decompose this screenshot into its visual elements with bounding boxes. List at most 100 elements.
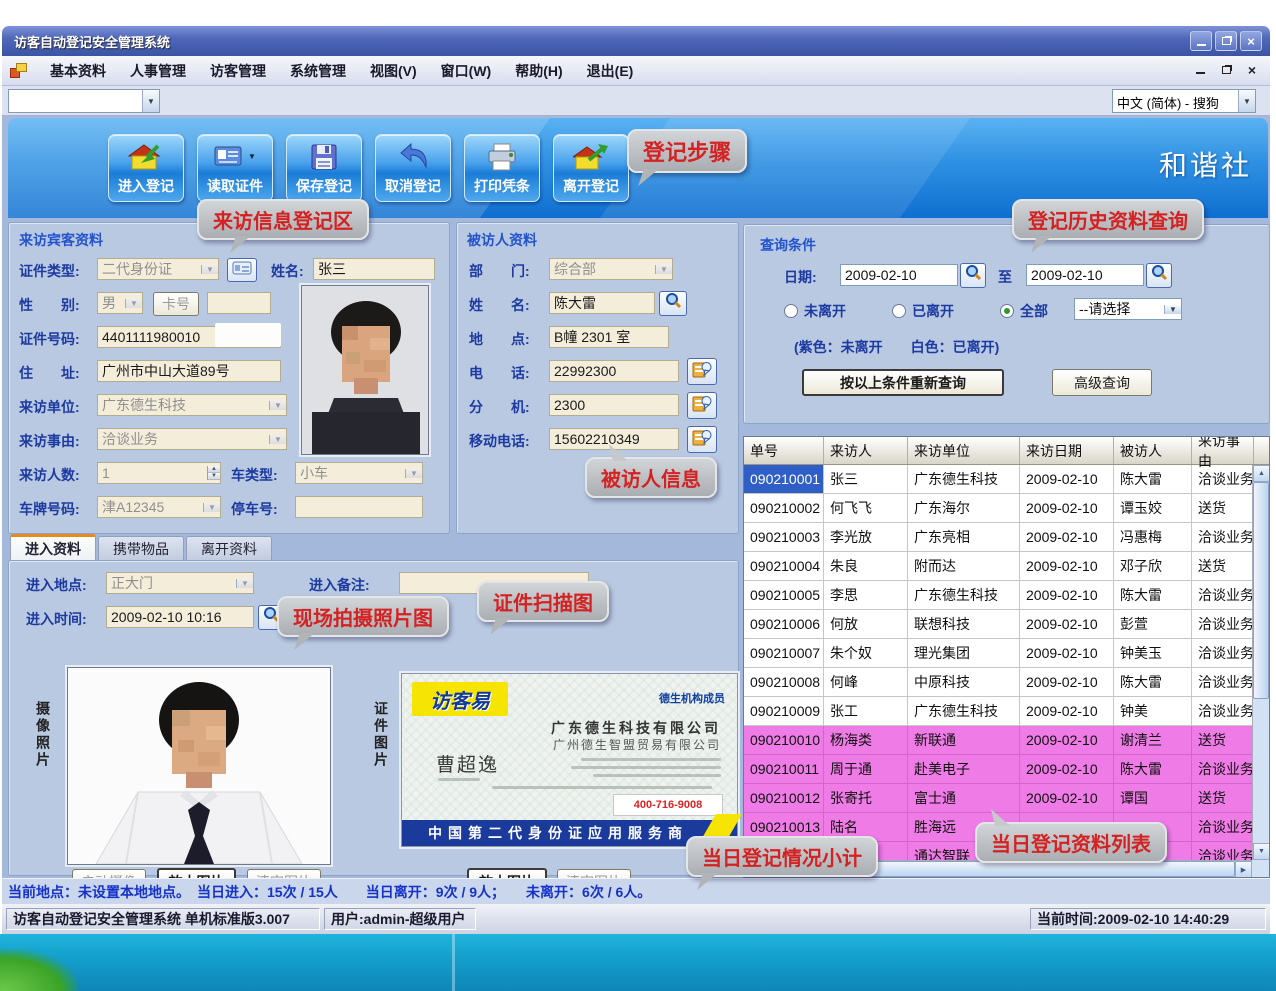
- table-row[interactable]: 090210002何飞飞广东海尔2009-02-10谭玉姣送货: [744, 494, 1269, 523]
- entry-time-input[interactable]: 2009-02-10 10:16: [106, 606, 254, 628]
- table-cell[interactable]: 090210012: [744, 784, 824, 812]
- entry-place-combo[interactable]: 正大门 ▼: [106, 572, 254, 594]
- stepper-arrows-icon[interactable]: ▲▼: [207, 466, 220, 480]
- scroll-up-icon[interactable]: ▲: [1253, 465, 1270, 482]
- table-cell[interactable]: 2009-02-10: [1020, 523, 1114, 551]
- table-cell[interactable]: 090210005: [744, 581, 824, 609]
- table-cell[interactable]: 2009-02-10: [1020, 494, 1114, 522]
- plate-number-combo[interactable]: 津A12345 ▼: [97, 496, 221, 518]
- table-cell[interactable]: 谭玉姣: [1114, 494, 1192, 522]
- table-row[interactable]: 090210006何放联想科技2009-02-10彭萱洽谈业务: [744, 610, 1269, 639]
- parking-number-input[interactable]: [295, 496, 423, 518]
- table-cell[interactable]: 何放: [824, 610, 908, 638]
- table-cell[interactable]: 090210006: [744, 610, 824, 638]
- table-cell[interactable]: 090210007: [744, 639, 824, 667]
- table-cell[interactable]: 朱良: [824, 552, 908, 580]
- radio-not-left[interactable]: 未离开: [784, 301, 846, 321]
- table-cell[interactable]: 090210001: [744, 465, 824, 493]
- table-cell[interactable]: 洽谈业务: [1192, 465, 1254, 493]
- table-cell[interactable]: 富士通: [908, 784, 1020, 812]
- table-cell[interactable]: 钟美玉: [1114, 639, 1192, 667]
- visited-place-input[interactable]: B幢 2301 室: [549, 326, 669, 348]
- column-header[interactable]: 来访人: [824, 437, 908, 464]
- column-header[interactable]: 单号: [744, 437, 824, 464]
- chevron-down-icon[interactable]: ▼: [201, 265, 218, 274]
- mdi-close-button[interactable]: ×: [1244, 62, 1260, 77]
- table-cell[interactable]: 2009-02-10: [1020, 465, 1114, 493]
- table-cell[interactable]: 2009-02-10: [1020, 668, 1114, 696]
- menu-view[interactable]: 视图(V): [358, 57, 429, 85]
- table-cell[interactable]: 送货: [1192, 784, 1254, 812]
- visit-unit-combo[interactable]: 广东德生科技 ▼: [97, 394, 287, 416]
- column-header[interactable]: 来访事由: [1192, 437, 1254, 464]
- menu-visitor[interactable]: 访客管理: [198, 57, 278, 85]
- card-reader-button[interactable]: [227, 258, 257, 282]
- table-cell[interactable]: 送货: [1192, 494, 1254, 522]
- column-header[interactable]: 来访单位: [908, 437, 1020, 464]
- table-cell[interactable]: 李光放: [824, 523, 908, 551]
- visited-name-input[interactable]: 陈大雷: [549, 292, 655, 314]
- mdi-minimize-button[interactable]: [1192, 62, 1208, 77]
- table-cell[interactable]: 李思: [824, 581, 908, 609]
- table-cell[interactable]: 2009-02-10: [1020, 755, 1114, 783]
- menu-system[interactable]: 系统管理: [278, 57, 358, 85]
- table-cell[interactable]: 2009-02-10: [1020, 784, 1114, 812]
- chevron-down-icon[interactable]: ▼: [125, 299, 142, 308]
- chevron-down-icon[interactable]: ▼: [142, 90, 159, 112]
- table-cell[interactable]: 广东海尔: [908, 494, 1020, 522]
- date-from-input[interactable]: 2009-02-10: [840, 264, 958, 286]
- menu-exit[interactable]: 退出(E): [575, 57, 646, 85]
- chevron-down-icon[interactable]: ▼: [203, 503, 220, 512]
- menu-help[interactable]: 帮助(H): [503, 57, 574, 85]
- table-cell[interactable]: 张工: [824, 697, 908, 725]
- search-person-button[interactable]: [659, 291, 687, 316]
- table-cell[interactable]: 2009-02-10: [1020, 552, 1114, 580]
- table-cell[interactable]: 2009-02-10: [1020, 697, 1114, 725]
- dial-mobile-button[interactable]: [687, 426, 717, 453]
- menu-window[interactable]: 窗口(W): [429, 57, 504, 85]
- table-cell[interactable]: 洽谈业务: [1192, 581, 1254, 609]
- restore-button[interactable]: [1215, 31, 1237, 51]
- table-cell[interactable]: 洽谈业务: [1192, 639, 1254, 667]
- enter-register-button[interactable]: 进入登记: [108, 134, 184, 202]
- scroll-right-icon[interactable]: ▶: [1235, 861, 1252, 878]
- chevron-down-icon[interactable]: ▼: [1164, 305, 1181, 314]
- dept-combo[interactable]: 综合部 ▼: [549, 258, 673, 280]
- table-cell[interactable]: 090210008: [744, 668, 824, 696]
- scroll-thumb[interactable]: [1253, 482, 1269, 699]
- visitor-count-stepper[interactable]: 1 ▲▼: [97, 462, 221, 484]
- table-cell[interactable]: 广东德生科技: [908, 465, 1020, 493]
- table-cell[interactable]: 陈大雷: [1114, 465, 1192, 493]
- card-number-input[interactable]: [207, 292, 271, 314]
- table-cell[interactable]: 090210002: [744, 494, 824, 522]
- visited-phone-input[interactable]: 22992300: [549, 360, 679, 382]
- table-cell[interactable]: 理光集团: [908, 639, 1020, 667]
- table-cell[interactable]: 090210009: [744, 697, 824, 725]
- date-from-picker-button[interactable]: [960, 263, 986, 288]
- table-cell[interactable]: 周于通: [824, 755, 908, 783]
- start-button-edge[interactable]: [0, 949, 78, 991]
- table-cell[interactable]: 联想科技: [908, 610, 1020, 638]
- dial-phone-button[interactable]: [687, 358, 717, 385]
- card-number-button[interactable]: 卡号: [153, 292, 199, 316]
- table-row[interactable]: 090210003李光放广东亮相2009-02-10冯惠梅洽谈业务: [744, 523, 1269, 552]
- filter-select-combo[interactable]: --请选择 ▼: [1074, 298, 1182, 320]
- table-row[interactable]: 090210001张三广东德生科技2009-02-10陈大雷洽谈业务: [744, 465, 1269, 494]
- dial-ext-button[interactable]: [687, 392, 717, 419]
- table-cell[interactable]: 陈大雷: [1114, 581, 1192, 609]
- leave-register-button[interactable]: 离开登记: [553, 134, 629, 202]
- table-row[interactable]: 090210009张工广东德生科技2009-02-10钟美洽谈业务: [744, 697, 1269, 726]
- table-cell[interactable]: 洽谈业务: [1192, 668, 1254, 696]
- table-cell[interactable]: 何峰: [824, 668, 908, 696]
- table-cell[interactable]: 邓子欣: [1114, 552, 1192, 580]
- visitor-name-input[interactable]: 张三: [313, 258, 435, 280]
- language-bar-combo[interactable]: 中文 (简体) - 搜狗 ▼: [1112, 89, 1256, 113]
- table-cell[interactable]: 2009-02-10: [1020, 610, 1114, 638]
- menu-basic-data[interactable]: 基本资料: [38, 57, 118, 85]
- date-to-input[interactable]: 2009-02-10: [1026, 264, 1144, 286]
- radio-all[interactable]: 全部: [1000, 301, 1048, 321]
- table-cell[interactable]: 洽谈业务: [1192, 523, 1254, 551]
- chevron-down-icon[interactable]: ▼: [236, 579, 253, 588]
- advanced-query-button[interactable]: 高级查询: [1052, 369, 1152, 396]
- tab-leave-info[interactable]: 离开资料: [186, 536, 272, 560]
